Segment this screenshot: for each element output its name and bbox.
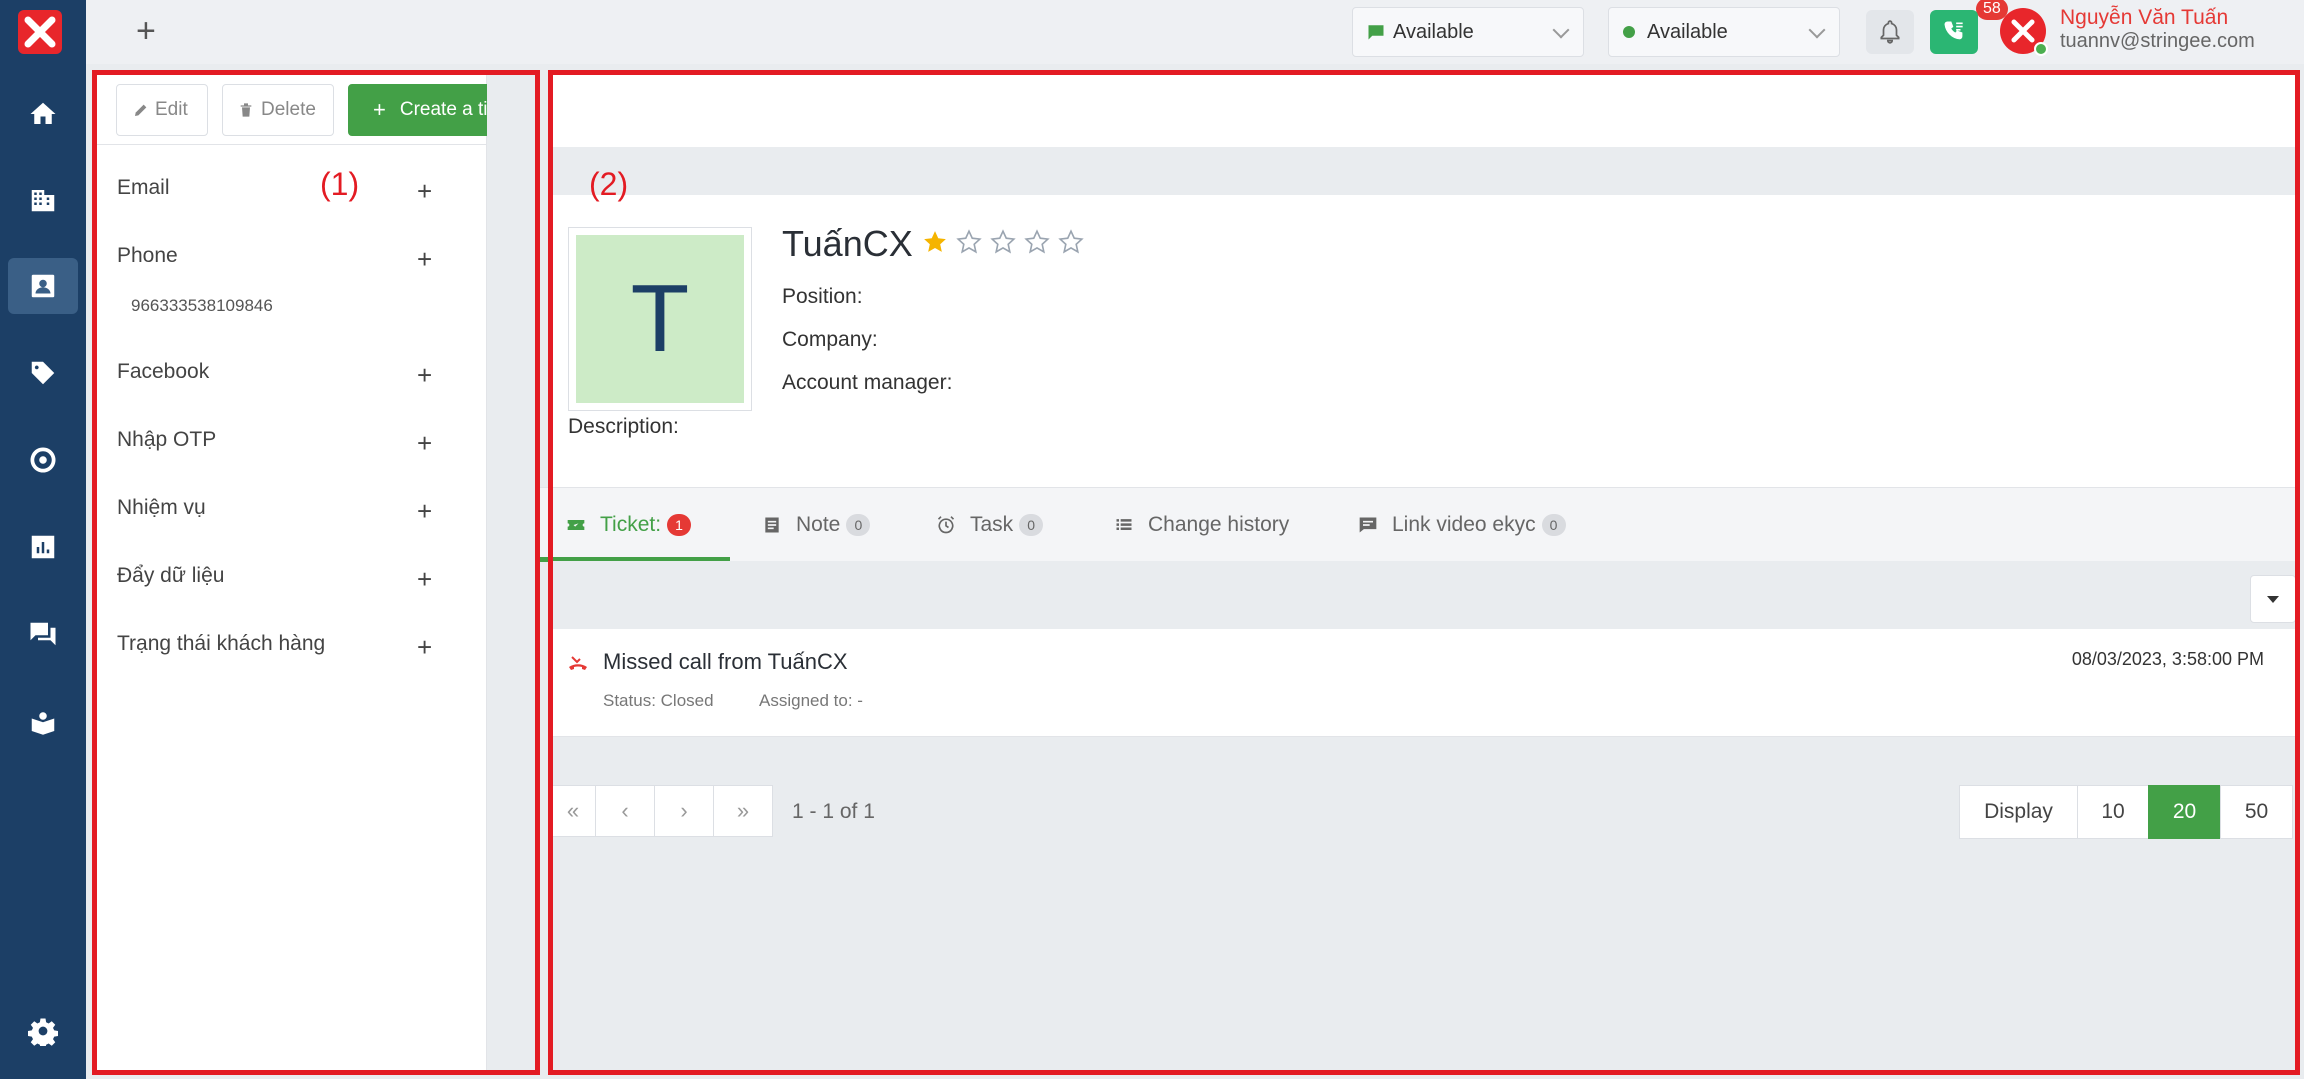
phone-icon <box>1944 21 1963 40</box>
nav-chat[interactable] <box>8 606 78 662</box>
notification-count-badge: 58 <box>1976 0 2008 20</box>
chart-icon <box>31 535 55 559</box>
chevron-down-icon <box>1808 21 1826 39</box>
nav-reports[interactable] <box>8 519 78 575</box>
annotation-label-1: (1) <box>320 166 360 202</box>
add-tab-button[interactable]: + <box>136 14 156 48</box>
annotation-box-2 <box>548 70 2300 1075</box>
nav-home[interactable] <box>8 86 78 142</box>
status-dot-icon <box>1623 26 1635 38</box>
tag-icon <box>31 361 55 385</box>
chevron-down-icon <box>1552 21 1570 39</box>
app-logo[interactable] <box>18 10 62 54</box>
online-status-dot <box>2034 42 2048 56</box>
user-avatar[interactable] <box>2000 8 2048 56</box>
target-icon <box>30 447 56 473</box>
bell-icon <box>1880 20 1900 44</box>
x-logo-icon <box>2011 19 2035 43</box>
nav-contacts[interactable] <box>8 258 78 314</box>
home-icon <box>30 102 56 124</box>
user-name: Nguyễn Văn Tuấn <box>2060 6 2229 29</box>
annotation-label-2: (2) <box>589 166 629 202</box>
x-logo-icon <box>24 16 56 48</box>
nav-settings[interactable] <box>8 1003 78 1059</box>
annotation-box-1 <box>92 70 540 1075</box>
nav-campaigns[interactable] <box>8 432 78 488</box>
chat-status-select[interactable]: Available <box>1352 7 1584 57</box>
nav-tags[interactable] <box>8 345 78 401</box>
left-nav <box>0 0 86 1079</box>
nav-companies[interactable] <box>8 172 78 228</box>
book-icon <box>31 712 55 735</box>
user-email: tuannv@stringee.com <box>2060 30 2255 52</box>
contact-card-icon <box>31 274 55 298</box>
chat-icon <box>30 622 56 646</box>
call-button[interactable] <box>1930 10 1978 54</box>
top-bar: + Available Available 58 Nguyễn Văn Tuấn… <box>86 0 2304 64</box>
building-icon <box>31 190 55 212</box>
chat-bubble-icon <box>1368 25 1384 40</box>
chat-status-value: Available <box>1393 20 1474 43</box>
nav-knowledge[interactable] <box>8 693 78 749</box>
gear-icon <box>28 1018 58 1046</box>
call-status-select[interactable]: Available <box>1608 7 1840 57</box>
notifications-button[interactable] <box>1866 10 1914 54</box>
call-status-value: Available <box>1647 20 1728 43</box>
